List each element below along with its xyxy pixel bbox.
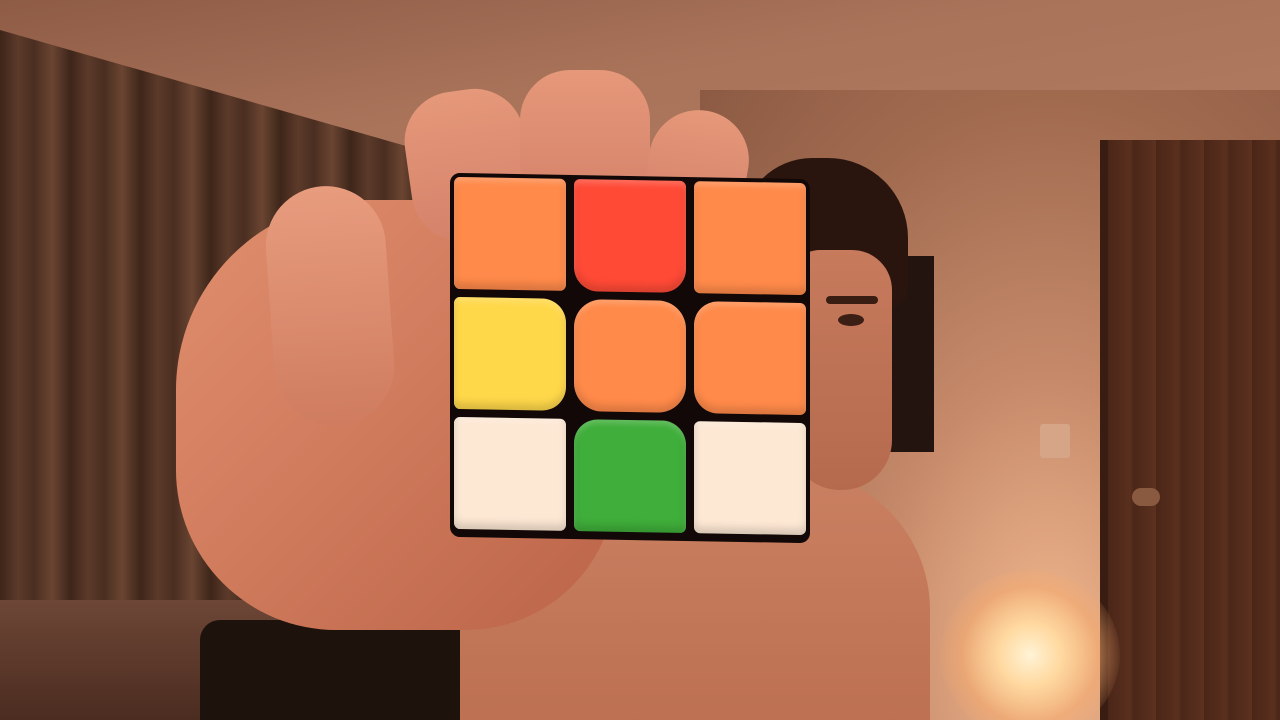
cube-sticker-orange bbox=[454, 176, 566, 291]
cube-sticker-orange bbox=[574, 299, 686, 413]
cube-sticker-orange bbox=[694, 301, 806, 416]
cube-sticker-yellow bbox=[454, 296, 566, 411]
light-switch bbox=[1040, 424, 1070, 458]
person-eyebrow bbox=[826, 296, 878, 304]
door-handle bbox=[1132, 488, 1160, 506]
cube-sticker-red bbox=[574, 179, 686, 293]
photo-scene bbox=[0, 0, 1280, 720]
cube-sticker-green bbox=[574, 419, 686, 533]
cube-sticker-white bbox=[694, 421, 806, 536]
rubiks-cube bbox=[450, 172, 810, 544]
cube-sticker-white bbox=[454, 416, 566, 531]
door bbox=[1100, 140, 1280, 720]
person-eye bbox=[838, 314, 864, 326]
cube-sticker-orange bbox=[694, 181, 806, 296]
bed-blanket bbox=[200, 620, 480, 720]
hand-thumb bbox=[261, 182, 399, 430]
